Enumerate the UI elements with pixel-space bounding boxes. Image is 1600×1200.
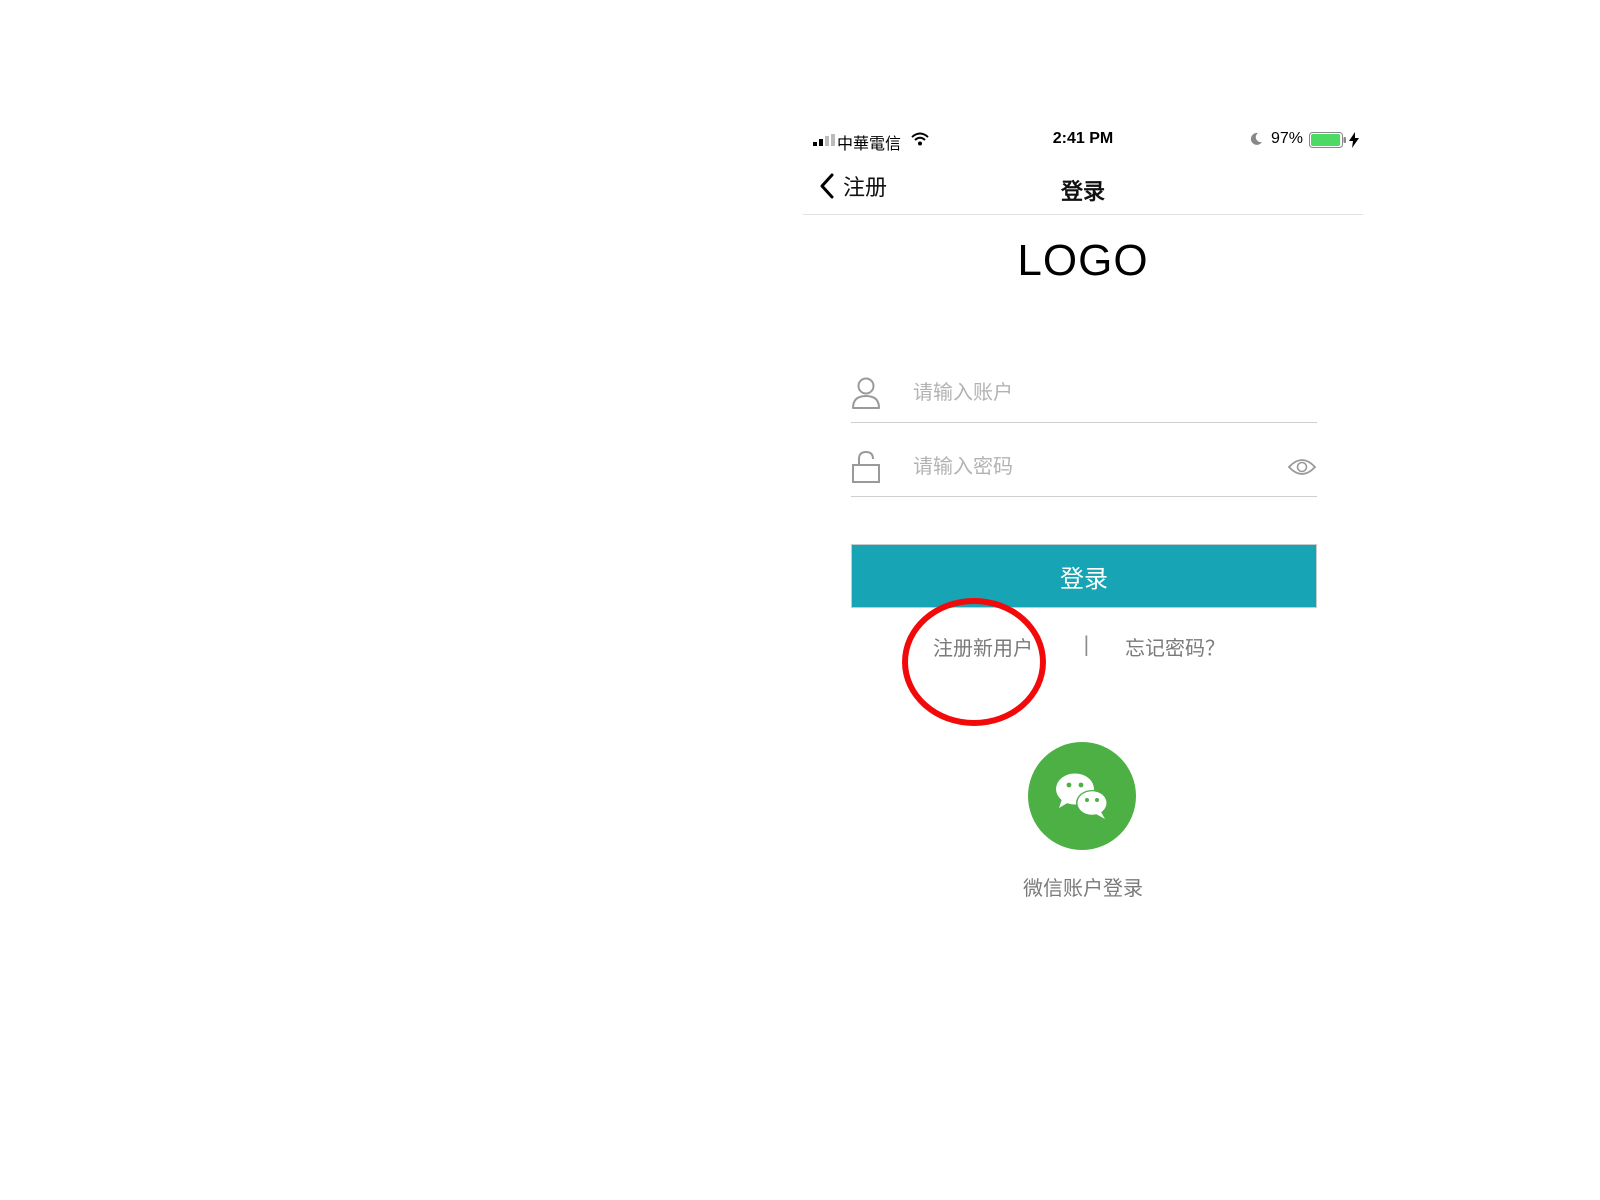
password-field <box>851 440 1317 497</box>
battery-icon <box>1309 132 1346 148</box>
eye-icon[interactable] <box>1287 456 1317 478</box>
account-field <box>851 366 1317 423</box>
lock-icon <box>852 450 880 483</box>
screenshot-canvas: 中華電信 2:41 PM 97% 注册 登录 LOGO 请输入账户 登录 注册新… <box>0 0 1600 1200</box>
register-link[interactable]: 注册新用户 <box>933 632 1033 661</box>
navigation-bar: 注册 登录 <box>803 160 1363 215</box>
wechat-icon <box>1056 773 1108 819</box>
phone-screen: 中華電信 2:41 PM 97% 注册 登录 LOGO 请输入账户 登录 注册新… <box>803 120 1363 920</box>
wechat-login-button[interactable] <box>1028 742 1136 850</box>
forgot-password-link[interactable]: 忘记密码？ <box>1125 632 1225 661</box>
status-bar: 中華電信 2:41 PM 97% <box>803 120 1363 160</box>
battery-percent: 97% <box>1271 130 1304 147</box>
page-title: 登录 <box>1060 180 1105 205</box>
account-input[interactable] <box>913 374 1273 410</box>
login-button[interactable]: 登录 <box>851 544 1317 608</box>
charging-bolt-icon <box>1349 132 1359 148</box>
link-divider: | <box>1083 632 1090 656</box>
account-links: 注册新用户 | 忘记密码？ <box>803 632 1363 662</box>
password-input[interactable] <box>913 448 1273 484</box>
moon-icon <box>1250 132 1262 145</box>
wechat-login-label: 微信账户登录 <box>1023 876 1143 900</box>
app-logo: LOGO <box>1017 236 1149 285</box>
user-icon <box>852 377 880 409</box>
